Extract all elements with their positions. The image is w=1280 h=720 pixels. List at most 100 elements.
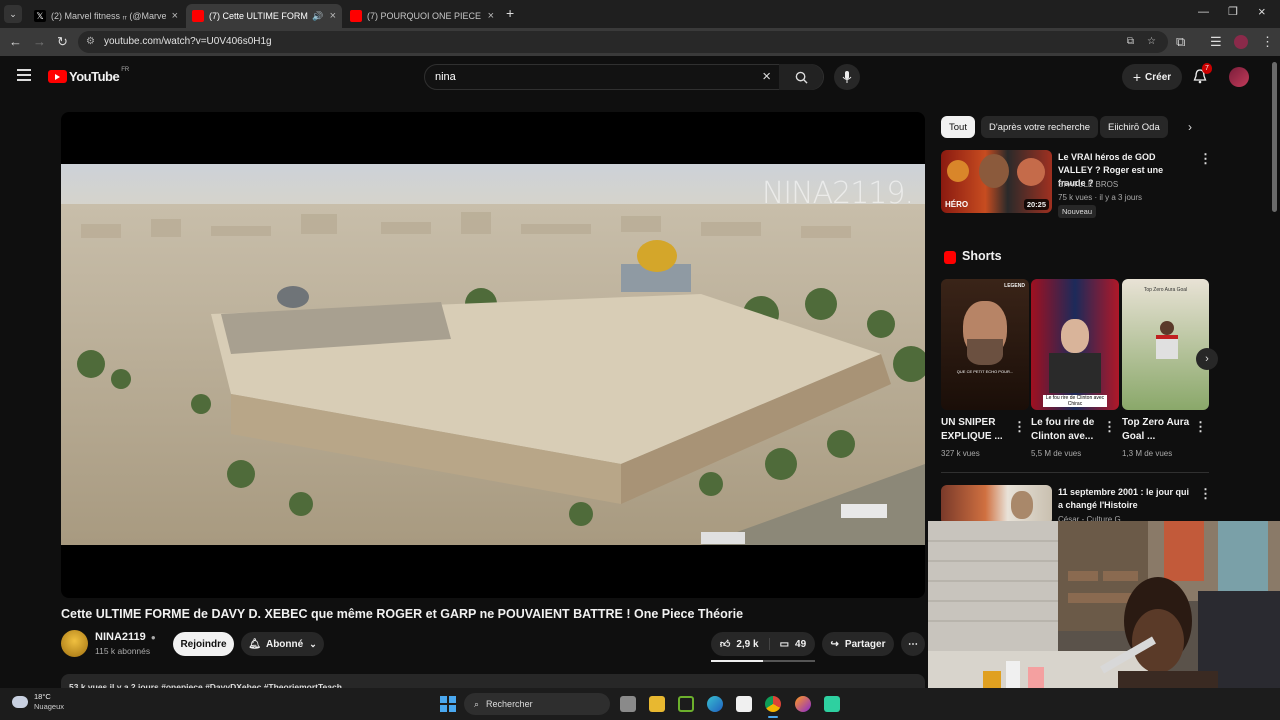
- extensions-icon[interactable]: ⧉: [1176, 34, 1185, 50]
- comment-count: 49: [795, 638, 807, 650]
- video-frame[interactable]: NINA2119.: [61, 164, 925, 545]
- chrome-browser-icon[interactable]: [765, 696, 781, 712]
- tab-title: (7) POURQUOI ONE PIECE DEV: [367, 11, 482, 21]
- thumbs-up-icon: 👍︎: [719, 639, 731, 650]
- recommended-video-thumbnail[interactable]: HÉRO 20:25: [941, 150, 1052, 213]
- video-player[interactable]: NINA2119.: [61, 112, 925, 598]
- reading-list-icon[interactable]: ☰: [1210, 34, 1222, 50]
- browser-tab-bar: ⌄ 𝕏 (2) Marvel fitness ᵣᵣ (@Marvel_ × (7…: [0, 0, 1280, 28]
- chip-related[interactable]: D'après votre recherche: [981, 116, 1099, 138]
- shorts-heading: Shorts: [962, 249, 1002, 263]
- join-label: Rejoindre: [180, 638, 227, 650]
- clear-search-icon[interactable]: ×: [762, 68, 771, 85]
- create-button[interactable]: + Créer: [1122, 64, 1182, 90]
- address-bar[interactable]: ⚙ youtube.com/watch?v=U0V406s0H1g ⧉ ☆: [78, 31, 1168, 53]
- section-divider: [941, 472, 1209, 473]
- shorts-next-button[interactable]: ›: [1196, 348, 1218, 370]
- short-title-3[interactable]: Top Zero Aura Goal ...: [1122, 416, 1190, 444]
- comment-button[interactable]: ▭ 49: [770, 639, 807, 650]
- search-input[interactable]: nina: [435, 71, 456, 83]
- browser-menu-icon[interactable]: ⋮: [1261, 34, 1274, 50]
- search-box[interactable]: nina ×: [424, 64, 824, 90]
- short-thumbnail-3[interactable]: Top Zero Aura Goal: [1122, 279, 1209, 410]
- search-button[interactable]: [779, 64, 823, 90]
- close-tab-icon[interactable]: ×: [488, 10, 494, 22]
- channel-avatar[interactable]: [61, 630, 88, 657]
- back-arrow-icon[interactable]: ←: [9, 34, 22, 49]
- browser-toolbar: ← → ↻ ⚙ youtube.com/watch?v=U0V406s0H1g …: [0, 28, 1280, 56]
- thumb-face-3: [1017, 158, 1045, 186]
- short-menu-icon[interactable]: ⋮: [1103, 419, 1116, 435]
- thumbnail-text: HÉRO: [945, 200, 969, 209]
- chip-oda[interactable]: Eiichirō Oda: [1100, 116, 1168, 138]
- short-thumbnail-2[interactable]: Le fou rire de Clinton avec Chirac: [1031, 279, 1119, 410]
- video-menu-icon[interactable]: ⋮: [1199, 486, 1212, 502]
- short-caption: Le fou rire de Clinton avec Chirac: [1043, 395, 1107, 407]
- app-icon[interactable]: [824, 696, 840, 712]
- more-actions-button[interactable]: ⋯: [901, 632, 925, 656]
- profile-avatar[interactable]: [1234, 35, 1248, 49]
- short-title-2[interactable]: Le fou rire de Clinton ave...: [1031, 416, 1099, 444]
- channel-name[interactable]: NINA2119 ●: [95, 631, 156, 643]
- subscribed-button[interactable]: 🔔︎ Abonné ⌄: [241, 632, 324, 656]
- audio-playing-icon[interactable]: 🔊: [312, 11, 323, 22]
- account-avatar[interactable]: [1229, 67, 1249, 87]
- new-tab-button[interactable]: +: [506, 5, 514, 21]
- tab-title: (2) Marvel fitness ᵣᵣ (@Marvel_: [51, 11, 166, 21]
- nvidia-icon[interactable]: [678, 696, 694, 712]
- install-app-icon[interactable]: ⧉: [1127, 31, 1134, 53]
- subscribed-label: Abonné: [265, 638, 304, 650]
- hamburger-menu-icon[interactable]: [17, 69, 31, 81]
- short-menu-icon[interactable]: ⋮: [1194, 419, 1207, 435]
- short-views-2: 5,5 M de vues: [1031, 449, 1082, 458]
- short-title-1[interactable]: UN SNIPER EXPLIQUE ...: [941, 416, 1009, 444]
- weather-widget[interactable]: 18°C Nuageux: [12, 692, 64, 712]
- microsoft-store-icon[interactable]: [736, 696, 752, 712]
- recommended-video-channel[interactable]: SPATULE BROS: [1058, 180, 1118, 189]
- close-tab-icon[interactable]: ×: [172, 10, 178, 22]
- youtube-favicon-icon: [192, 10, 204, 22]
- like-button[interactable]: 👍︎ 2,9 k: [720, 638, 770, 650]
- taskbar-search-box[interactable]: ⌕ Rechercher: [464, 693, 610, 715]
- chip-all[interactable]: Tout: [941, 116, 975, 138]
- short-thumbnail-1[interactable]: LEGEND QUE CE PETIT ECHO POUR...: [941, 279, 1029, 410]
- tab-title: (7) Cette ULTIME FORME de: [209, 11, 308, 21]
- short-menu-icon[interactable]: ⋮: [1013, 419, 1026, 435]
- firefox-icon[interactable]: [795, 696, 811, 712]
- join-button[interactable]: Rejoindre: [173, 632, 234, 656]
- edge-browser-icon[interactable]: [707, 696, 723, 712]
- search-icon: [795, 71, 808, 84]
- page-scrollbar[interactable]: [1272, 62, 1277, 212]
- temperature: 18°C: [34, 692, 51, 701]
- browser-tab-3[interactable]: (7) POURQUOI ONE PIECE DEV ×: [344, 4, 500, 28]
- task-view-icon[interactable]: [620, 696, 636, 712]
- thumb-face: [1011, 491, 1033, 519]
- url-text: youtube.com/watch?v=U0V406s0H1g: [104, 36, 272, 47]
- voice-search-button[interactable]: [834, 64, 860, 90]
- windows-start-icon[interactable]: [440, 696, 456, 712]
- close-window-button[interactable]: ×: [1258, 4, 1266, 19]
- recommended-video-thumbnail-2[interactable]: [941, 485, 1052, 525]
- recommended-video-title-2[interactable]: 11 septembre 2001 : le jour qui a changé…: [1058, 486, 1192, 512]
- file-explorer-icon[interactable]: [649, 696, 665, 712]
- browser-tab-1[interactable]: 𝕏 (2) Marvel fitness ᵣᵣ (@Marvel_ ×: [28, 4, 184, 28]
- forward-arrow-icon[interactable]: →: [33, 34, 46, 49]
- browser-tab-2[interactable]: (7) Cette ULTIME FORME de 🔊 ×: [186, 4, 342, 28]
- youtube-logo[interactable]: YouTube FR: [48, 67, 129, 84]
- site-info-icon[interactable]: ⚙: [86, 31, 95, 53]
- close-tab-icon[interactable]: ×: [330, 10, 336, 22]
- windows-taskbar: 18°C Nuageux ⌕ Rechercher: [0, 688, 1280, 720]
- chips-next-arrow-icon[interactable]: ›: [1188, 120, 1192, 134]
- minimize-button[interactable]: —: [1198, 6, 1209, 18]
- create-label: Créer: [1145, 71, 1172, 83]
- video-menu-icon[interactable]: ⋮: [1199, 151, 1212, 167]
- bookmark-star-icon[interactable]: ☆: [1147, 31, 1156, 53]
- reload-icon[interactable]: ↻: [57, 34, 68, 50]
- notifications-button[interactable]: 7: [1193, 63, 1212, 89]
- youtube-wordmark: YouTube: [69, 69, 120, 84]
- tab-list-dropdown[interactable]: ⌄: [4, 5, 22, 23]
- recommended-video-meta: 75 k vues · il y a 3 jours: [1058, 193, 1143, 202]
- share-button[interactable]: ↪ Partager: [822, 632, 894, 656]
- maximize-button[interactable]: ❐: [1228, 5, 1238, 18]
- bell-icon: 🔔︎: [248, 638, 261, 650]
